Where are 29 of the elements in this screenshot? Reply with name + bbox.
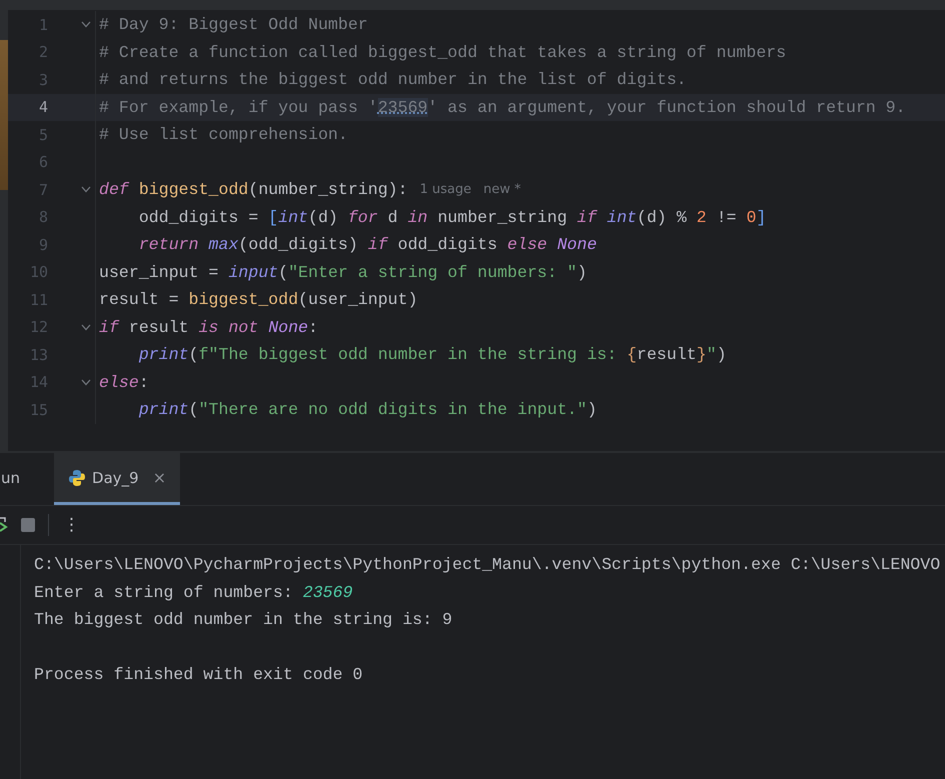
code-line: # and returns the biggest odd number in the list of digits. (99, 70, 687, 90)
console-output-line: The biggest odd number in the string is: 9 (34, 610, 452, 630)
code-line: result = biggest_odd(user_input) (99, 290, 418, 310)
fold-chevron-icon[interactable] (81, 324, 91, 331)
code-line: # For example, if you pass '23569' as an argument, your function should return 9. (99, 98, 906, 117)
close-icon[interactable]: × (152, 468, 166, 487)
console-output-line: Process finished with exit code 0 (34, 665, 363, 684)
line-number: 4 (38, 98, 48, 116)
more-options-icon[interactable]: ⋮ (63, 515, 80, 535)
code-line: else: (99, 372, 149, 392)
code-line: # Day 9: Biggest Odd Number (99, 15, 368, 34)
code-line: # Create a function called biggest_odd that takes a string of numbers (99, 42, 786, 62)
stop-icon[interactable] (20, 517, 36, 533)
code-line: print(f"The biggest odd number in the string is: {result}") (138, 345, 726, 364)
code-line: print("There are no odd digits in the input.") (138, 400, 597, 420)
fold-chevron-icon[interactable] (81, 21, 91, 28)
code-line: # Use list comprehension. (99, 125, 348, 144)
fold-chevron-icon[interactable] (81, 378, 91, 386)
tab[interactable]: un (0, 453, 34, 505)
code-line: if result is not None: (99, 318, 318, 337)
tab[interactable]: Day_9 × (54, 453, 180, 505)
code-line: def biggest_odd(number_string): (99, 180, 408, 200)
code-line: user_input = input("Enter a string of numbers: ") (99, 262, 587, 282)
code-line: return max(odd_digits) if odd_digits else None (138, 235, 597, 254)
console-output-line: C:\Users\LENOVO\PycharmProjects\PythonProject_Manu\.venv\Scripts\python.exe C:\Users\LENOVO (34, 555, 940, 574)
python-icon (68, 468, 86, 486)
console-output-line: Enter a string of numbers: 23569 (34, 582, 353, 602)
code-line: odd_digits = [int(d) for d in number_string if int(d) % 2 != 0] (138, 208, 766, 227)
fold-chevron-icon[interactable] (81, 186, 91, 194)
